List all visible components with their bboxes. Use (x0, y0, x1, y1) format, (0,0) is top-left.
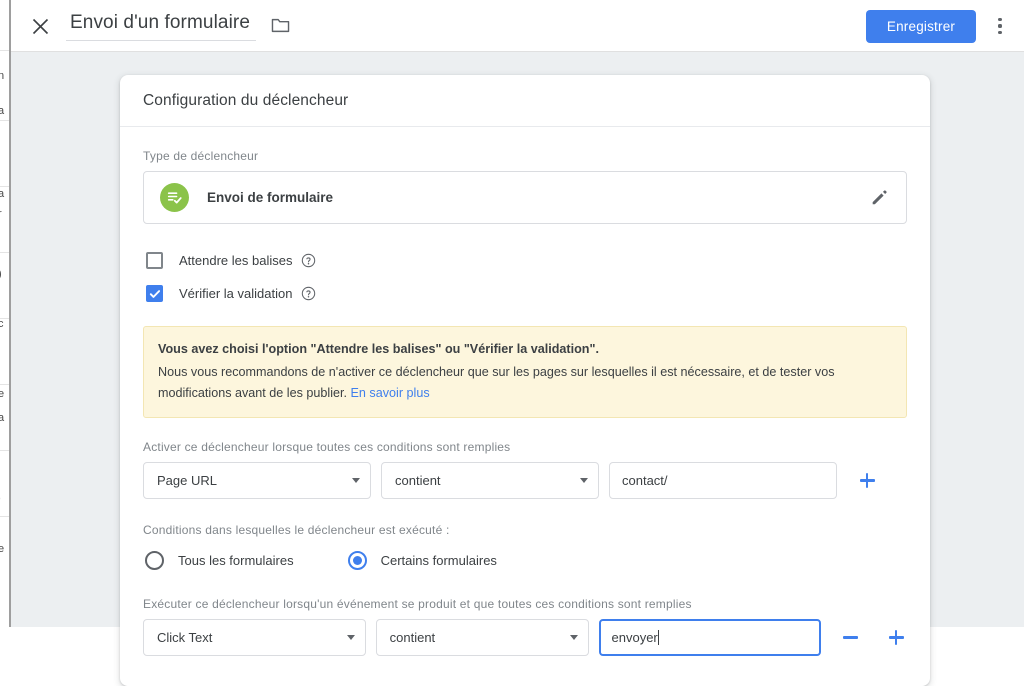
trigger-type-name: Envoi de formulaire (207, 190, 334, 205)
execution-scope-section: Conditions dans lesquelles le déclencheu… (143, 523, 907, 575)
checkbox-row-wait-for-tags[interactable]: Attendre les balises (143, 246, 907, 275)
fire-condition-operator-value: contient (395, 473, 441, 488)
help-circle-icon[interactable] (301, 286, 316, 301)
execution-scope-radio-group: Tous les formulaires Certains formulaire… (143, 545, 907, 575)
warning-body: Nous vous recommandons de n'activer ce d… (158, 362, 892, 404)
event-conditions-label: Exécuter ce déclencheur lorsqu'un événem… (143, 597, 692, 611)
trigger-type-label: Type de déclencheur (143, 149, 259, 163)
chevron-down-icon (569, 635, 578, 640)
background-text-fragment: e (0, 388, 5, 400)
checkbox-group: Attendre les balises Vérifier la validat… (143, 246, 907, 308)
chevron-down-icon (580, 478, 588, 483)
background-text-fragment: a (0, 188, 5, 200)
event-condition-value-input[interactable]: envoyer (598, 619, 822, 656)
background-text-fragment: a (0, 412, 5, 424)
close-icon[interactable] (24, 10, 56, 42)
fire-condition-variable-select[interactable]: Page URL (143, 462, 371, 499)
checkbox-wait-for-tags[interactable] (146, 252, 163, 269)
background-text-fragment: a (0, 105, 5, 117)
fire-conditions-label: Activer ce déclencheur lorsque toutes ce… (143, 440, 511, 454)
remove-event-condition-button[interactable] (840, 623, 861, 653)
event-condition-variable-value: Click Text (157, 630, 213, 645)
checkbox-check-validation[interactable] (146, 285, 163, 302)
trigger-name-input[interactable]: Envoi d'un formulaire (66, 9, 256, 41)
card-title: Configuration du déclencheur (143, 91, 349, 109)
chevron-down-icon (352, 478, 360, 483)
save-button[interactable]: Enregistrer (866, 10, 976, 43)
help-circle-icon[interactable] (301, 253, 316, 268)
learn-more-link[interactable]: En savoir plus (351, 386, 430, 400)
checkbox-row-check-validation[interactable]: Vérifier la validation (143, 279, 907, 308)
radio-item-some-forms[interactable]: Certains formulaires (346, 550, 497, 570)
title-area: Envoi d'un formulaire (66, 8, 294, 42)
event-condition-value-text: envoyer (611, 630, 658, 645)
folder-icon[interactable] (268, 12, 294, 38)
event-condition-operator-value: contient (389, 630, 436, 645)
checkbox-label-wait-for-tags: Attendre les balises (179, 253, 293, 268)
card-header: Configuration du déclencheur (120, 75, 930, 127)
text-caret (657, 630, 659, 645)
background-text-fragment: n (0, 70, 5, 82)
radio-label-some-forms: Certains formulaires (380, 552, 497, 568)
trigger-type-row[interactable]: Envoi de formulaire (143, 171, 907, 224)
editor-topbar: Envoi d'un formulaire Enregistrer (11, 0, 1024, 52)
background-page-sliver: n a a r ) c e a , e (0, 0, 9, 627)
trigger-configuration-card: Configuration du déclencheur Type de déc… (120, 75, 930, 686)
background-text-fragment: e (0, 543, 5, 555)
add-fire-condition-button[interactable] (856, 466, 878, 496)
warning-body-text: Nous vous recommandons de n'activer ce d… (158, 365, 835, 400)
event-condition-variable-select[interactable]: Click Text (143, 619, 366, 656)
fire-condition-variable-value: Page URL (157, 473, 217, 488)
radio-some-forms[interactable] (347, 550, 367, 570)
pencil-icon[interactable] (866, 185, 892, 211)
chevron-down-icon (346, 635, 355, 640)
event-condition-row: Click Text contient envoyer (143, 619, 907, 656)
fire-condition-row: Page URL contient (143, 462, 907, 499)
radio-label-all-forms: Tous les formulaires (178, 552, 294, 568)
radio-all-forms[interactable] (145, 550, 164, 570)
trigger-editor-overlay: Envoi d'un formulaire Enregistrer Config… (11, 0, 1024, 686)
warning-title: Vous avez choisi l'option "Attendre les … (158, 342, 599, 356)
background-text-fragment: c (0, 318, 4, 330)
background-text-fragment: ) (0, 268, 2, 280)
warning-banner: Vous avez choisi l'option "Attendre les … (143, 326, 907, 418)
fire-conditions-section: Activer ce déclencheur lorsque toutes ce… (143, 440, 907, 499)
event-condition-operator-select[interactable]: contient (375, 619, 589, 656)
form-submit-icon (160, 183, 189, 212)
fire-condition-operator-select[interactable]: contient (381, 462, 599, 499)
background-text-fragment: , (0, 490, 1, 502)
radio-item-all-forms[interactable]: Tous les formulaires (143, 550, 294, 570)
fire-condition-value-input[interactable] (609, 462, 837, 499)
add-event-condition-button[interactable] (886, 623, 907, 653)
background-text-fragment: r (0, 208, 2, 220)
card-body: Type de déclencheur Envoi de formulaire (120, 127, 930, 686)
checkbox-label-check-validation: Vérifier la validation (179, 286, 293, 301)
execution-scope-label: Conditions dans lesquelles le déclencheu… (143, 523, 450, 537)
more-vert-icon[interactable] (984, 10, 1016, 42)
